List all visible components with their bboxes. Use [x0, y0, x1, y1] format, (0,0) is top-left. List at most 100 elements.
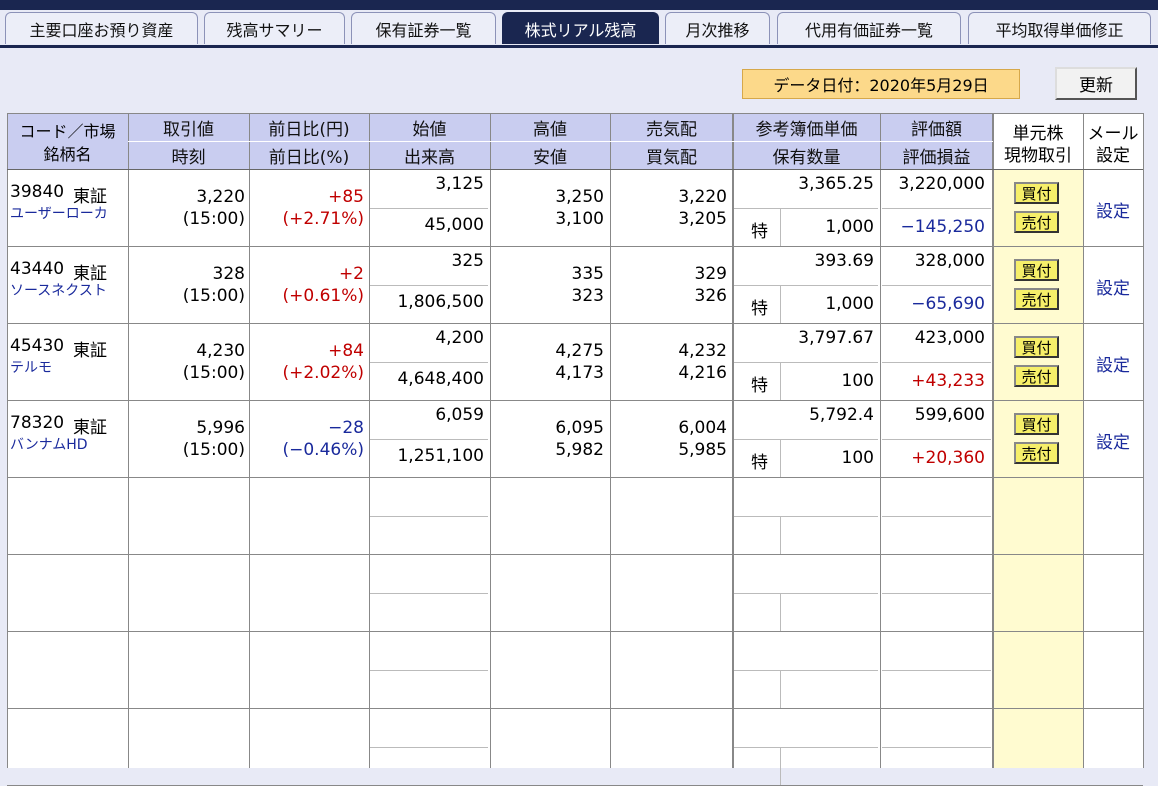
change-pct: (+2.02%): [282, 363, 364, 383]
book-price-header: 参考簿価単価: [733, 113, 880, 141]
grid-hline: [882, 284, 991, 286]
grid-vline: [780, 208, 781, 246]
grid-hline: [882, 746, 991, 748]
buy-button[interactable]: 買付: [1014, 413, 1059, 435]
grid-vline: [249, 113, 250, 768]
low-price: 323: [571, 286, 604, 306]
grid-hline: [369, 207, 488, 209]
valuation-pnl: +20,360: [911, 447, 985, 468]
high-price: 4,275: [555, 341, 604, 361]
sell-button[interactable]: 売付: [1014, 365, 1059, 387]
grid-hline: [7, 400, 1143, 401]
name-header: 銘柄名: [43, 145, 92, 164]
ask-header: 売気配: [610, 113, 733, 141]
change-yen: −28: [328, 418, 364, 438]
change-yen: +84: [328, 341, 364, 361]
grid-hline: [369, 361, 488, 363]
account-type: 特: [751, 452, 768, 473]
grid-vline: [780, 285, 781, 323]
trade-time: (15:00): [182, 440, 245, 460]
grid-hline: [882, 669, 991, 671]
book-unit-price: 3,797.67: [798, 328, 874, 348]
trade-time: (15:00): [182, 363, 245, 383]
book-unit-price: 5,792.4: [809, 405, 874, 425]
grid-hline: [7, 477, 1143, 478]
high-price: 6,095: [555, 418, 604, 438]
high-price: 3,250: [555, 187, 604, 207]
grid-vline: [369, 113, 370, 768]
grid-vline: [780, 439, 781, 477]
grid-vline: [490, 113, 491, 768]
quantity: 1,000: [825, 293, 874, 314]
stock-code: 78320: [10, 413, 65, 433]
valuation-header: 評価額: [880, 113, 993, 141]
ask-price: 4,232: [678, 341, 727, 361]
grid-hline: [7, 631, 1143, 632]
grid-hline: [7, 113, 1143, 114]
mail-setting-link[interactable]: 設定: [1083, 197, 1143, 222]
grid-vline: [780, 747, 781, 785]
stock-name-link[interactable]: ソースネクスト: [10, 281, 127, 301]
low-price: 3,100: [555, 209, 604, 229]
market: 東証: [73, 341, 107, 361]
grid-vline: [732, 113, 734, 768]
unit-header-line2: 現物取引: [1004, 146, 1072, 166]
grid-vline: [780, 670, 781, 708]
account-type: 特: [751, 221, 768, 242]
grid-hline: [369, 592, 488, 594]
grid-vline: [780, 516, 781, 554]
valuation: 423,000: [914, 328, 985, 348]
grid-hline: [733, 361, 878, 363]
grid-hline: [733, 515, 878, 517]
grid-hline: [882, 207, 991, 209]
high-header: 高値: [490, 113, 610, 141]
buy-button[interactable]: 買付: [1014, 182, 1059, 204]
open-price: 6,059: [435, 405, 484, 425]
trade-price: 3,220: [196, 187, 245, 207]
mail-setting-link[interactable]: 設定: [1083, 428, 1143, 453]
grid-hline: [882, 515, 991, 517]
stock-name-link[interactable]: ユーザーローカ: [10, 204, 127, 224]
grid-hline: [7, 554, 1143, 555]
volume: 1,806,500: [397, 291, 484, 312]
trade-price: 328: [212, 264, 245, 284]
mail-setting-link[interactable]: 設定: [1083, 351, 1143, 376]
grid-hline: [733, 669, 878, 671]
buy-button[interactable]: 買付: [1014, 259, 1059, 281]
mail-setting-link[interactable]: 設定: [1083, 274, 1143, 299]
sell-button[interactable]: 売付: [1014, 288, 1059, 310]
grid-hline: [733, 438, 878, 440]
trade-price: 5,996: [196, 418, 245, 438]
valuation-pnl: −145,250: [900, 216, 985, 237]
grid-hline: [882, 361, 991, 363]
valuation-pnl: +43,233: [911, 370, 985, 391]
mail-header-line1: メール: [1087, 124, 1139, 144]
buy-button[interactable]: 買付: [1014, 336, 1059, 358]
sell-button[interactable]: 売付: [1014, 211, 1059, 233]
stock-name-link[interactable]: テルモ: [10, 358, 127, 378]
stock-name-link[interactable]: バンナムHD: [10, 435, 127, 455]
sell-button[interactable]: 売付: [1014, 442, 1059, 464]
bid-price: 3,205: [678, 209, 727, 229]
change-pct: (+0.61%): [282, 286, 364, 306]
trade-price: 4,230: [196, 341, 245, 361]
grid-vline: [610, 113, 611, 768]
stock-code: 43440: [10, 259, 65, 279]
grid-hline: [369, 284, 488, 286]
market: 東証: [73, 264, 107, 284]
grid-hline: [733, 746, 878, 748]
bid-price: 5,985: [678, 440, 727, 460]
stock-code: 39840: [10, 182, 65, 202]
grid-vline: [780, 593, 781, 631]
account-type: 特: [751, 298, 768, 319]
pnl-header: 評価損益: [880, 141, 993, 169]
grid-hline: [733, 592, 878, 594]
low-header: 安値: [490, 141, 610, 169]
valuation: 3,220,000: [898, 174, 985, 194]
price-header: 取引値: [128, 113, 249, 141]
code-market-header: コード／市場: [19, 122, 116, 141]
quantity: 100: [841, 447, 874, 468]
market: 東証: [73, 187, 107, 207]
book-unit-price: 393.69: [814, 251, 874, 271]
ask-price: 6,004: [678, 418, 727, 438]
